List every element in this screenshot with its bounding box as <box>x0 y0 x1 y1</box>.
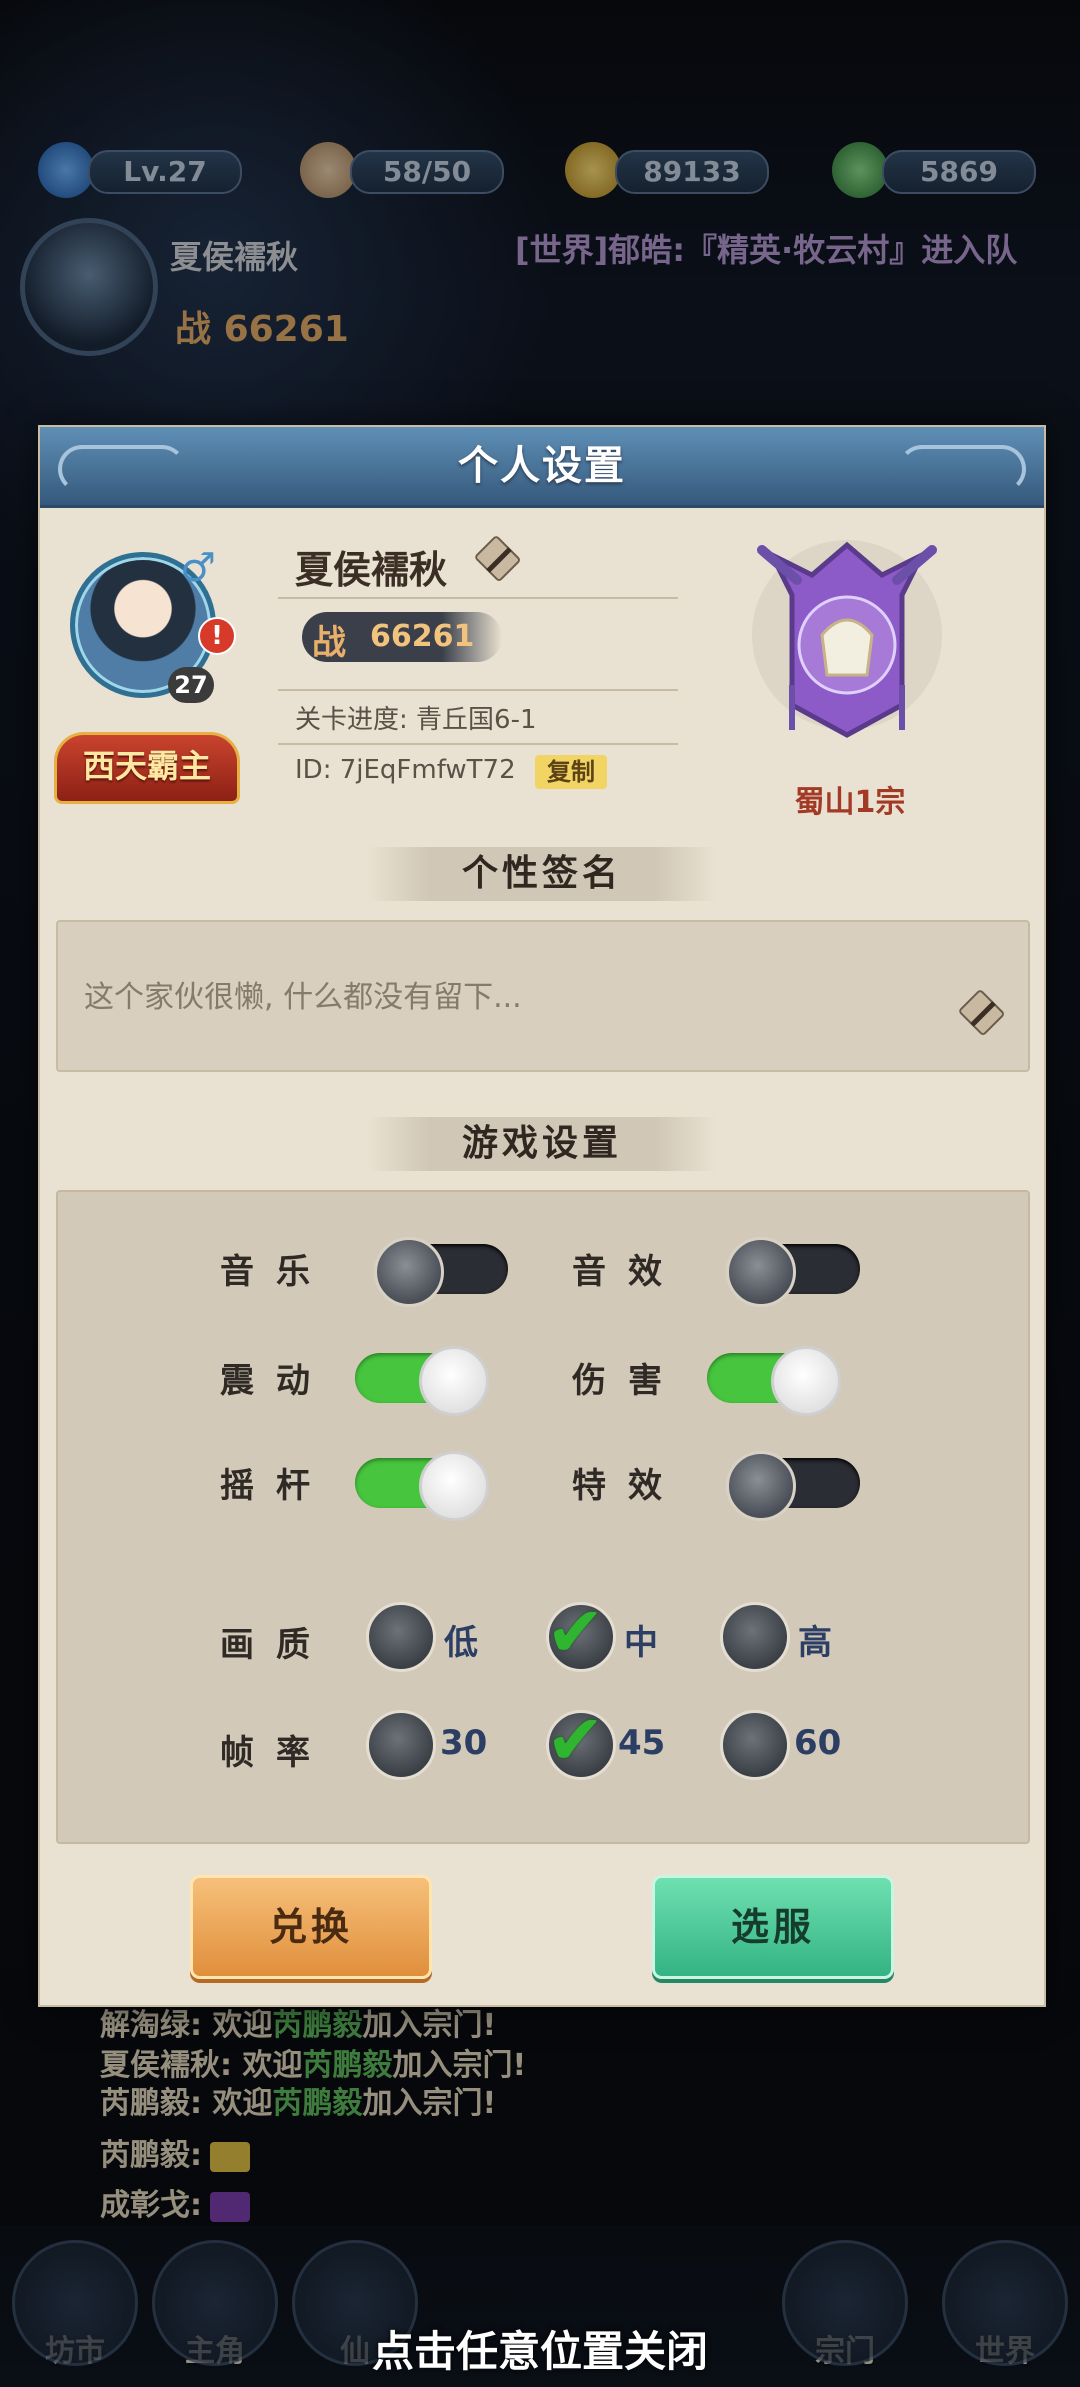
fps-60-radio[interactable] <box>720 1710 790 1780</box>
quality-high-label: 高 <box>798 1623 832 1663</box>
dialog-title: 个人设置 <box>458 443 626 489</box>
alert-icon: ! <box>198 617 236 655</box>
divider <box>278 597 678 599</box>
fps-30-radio[interactable] <box>366 1710 436 1780</box>
copy-id-button[interactable]: 复制 <box>535 755 607 789</box>
signature-heading: 个性签名 <box>367 847 717 901</box>
game-settings-panel <box>56 1190 1030 1844</box>
joystick-label: 摇杆 <box>220 1466 332 1506</box>
profile-name: 夏侯襦秋 <box>295 548 448 592</box>
quality-label: 画质 <box>220 1625 332 1665</box>
quality-high-radio[interactable] <box>720 1602 790 1672</box>
toggle-knob <box>419 1346 489 1416</box>
power-value: 66261 <box>370 619 475 654</box>
divider <box>278 689 678 691</box>
quality-mid-label: 中 <box>624 1623 658 1663</box>
quality-low-label: 低 <box>444 1623 478 1663</box>
effects-toggle[interactable] <box>726 1451 860 1521</box>
joystick-toggle[interactable] <box>355 1451 489 1521</box>
toggle-knob <box>419 1451 489 1521</box>
vibration-toggle[interactable] <box>355 1346 489 1416</box>
checkmark-icon: ✔ <box>546 1699 605 1781</box>
toggle-knob <box>374 1237 444 1307</box>
sfx-label: 音效 <box>572 1252 684 1292</box>
fps-60-label: 60 <box>794 1723 842 1763</box>
edit-signature-icon[interactable] <box>958 989 1008 1039</box>
personal-settings-dialog: 个人设置 ♂ ! 27 西天霸主 夏侯襦秋 战 66261 关卡进度: 青丘国6… <box>38 425 1046 2007</box>
power-label: 战 <box>312 623 346 663</box>
checkmark-icon: ✔ <box>546 1591 605 1673</box>
toggle-knob <box>726 1237 796 1307</box>
select-server-button[interactable]: 选服 <box>652 1875 894 1979</box>
fps-45-label: 45 <box>618 1723 666 1763</box>
toggle-knob <box>771 1346 841 1416</box>
sfx-toggle[interactable] <box>726 1237 860 1307</box>
framerate-label: 帧率 <box>220 1733 332 1773</box>
player-id: ID: 7jEqFmfwT72 <box>295 755 516 785</box>
vibration-label: 震动 <box>220 1361 332 1401</box>
male-gender-icon: ♂ <box>180 545 216 591</box>
fps-30-label: 30 <box>440 1723 488 1763</box>
game-settings-heading: 游戏设置 <box>367 1117 717 1171</box>
edit-name-icon[interactable] <box>474 535 524 585</box>
sect-name: 蜀山1宗 <box>794 785 906 820</box>
close-hint: 点击任意位置关闭 <box>371 2327 708 2376</box>
title-badge[interactable]: 西天霸主 <box>54 732 240 804</box>
toggle-knob <box>726 1451 796 1521</box>
music-toggle[interactable] <box>374 1237 508 1307</box>
signature-text: 这个家伙很懒, 什么都没有留下... <box>84 980 522 1015</box>
damage-toggle[interactable] <box>707 1346 841 1416</box>
divider <box>278 743 678 745</box>
quality-low-radio[interactable] <box>366 1602 436 1672</box>
effects-label: 特效 <box>572 1466 684 1506</box>
music-label: 音乐 <box>220 1252 332 1292</box>
damage-label: 伤害 <box>572 1361 684 1401</box>
level-badge: 27 <box>168 667 214 703</box>
stage-progress: 关卡进度: 青丘国6-1 <box>295 705 537 735</box>
sect-emblem-icon[interactable] <box>752 535 942 745</box>
redeem-button[interactable]: 兑换 <box>190 1875 432 1979</box>
